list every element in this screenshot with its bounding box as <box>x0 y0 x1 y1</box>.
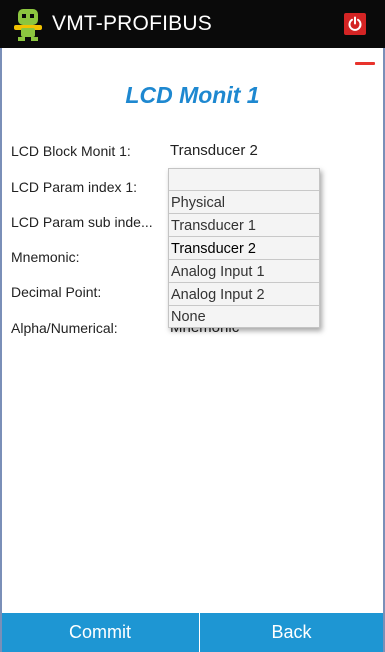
commit-button[interactable]: Commit <box>2 613 198 652</box>
title-bar: VMT-PROFIBUS <box>0 0 385 48</box>
dropdown-option-label: None <box>171 309 206 325</box>
dropdown-option-analog-input-2[interactable]: Analog Input 2 <box>169 283 319 306</box>
power-button[interactable] <box>344 13 366 35</box>
dropdown-option-label: Transducer 2 <box>171 241 256 257</box>
dropdown-option-physical[interactable]: Physical <box>169 191 319 214</box>
dropdown-option-label: Physical <box>171 195 225 211</box>
app-title: VMT-PROFIBUS <box>52 12 212 35</box>
dropdown-option-blank[interactable] <box>169 169 319 191</box>
menu-dash-icon[interactable] <box>355 62 375 65</box>
dropdown-list[interactable]: Physical Transducer 1 Transducer 2 Analo… <box>168 168 320 328</box>
dropdown-option-transducer-2[interactable]: Transducer 2 <box>169 237 319 260</box>
footer-bar: Commit Back <box>2 613 383 652</box>
robot-logo-icon <box>14 9 42 41</box>
dropdown-option-transducer-1[interactable]: Transducer 1 <box>169 214 319 237</box>
dropdown-option-analog-input-1[interactable]: Analog Input 1 <box>169 260 319 283</box>
page-title: LCD Monit 1 <box>125 82 260 108</box>
label-alpha-numerical: Alpha/Numerical: <box>11 320 118 336</box>
power-icon <box>348 16 362 31</box>
label-lcd-param-index: LCD Param index 1: <box>11 179 138 195</box>
value-lcd-block-monit[interactable]: Transducer 2 <box>170 142 258 160</box>
dropdown-option-none[interactable]: None <box>169 306 319 327</box>
label-decimal-point: Decimal Point: <box>11 284 102 300</box>
dropdown-option-label: Transducer 1 <box>171 218 256 234</box>
dropdown-option-label: Analog Input 1 <box>171 264 265 280</box>
label-lcd-block-monit: LCD Block Monit 1: <box>11 143 131 159</box>
label-lcd-param-sub-index: LCD Param sub inde... <box>11 214 153 230</box>
dropdown-option-label: Analog Input 2 <box>171 287 265 303</box>
label-mnemonic: Mnemonic: <box>11 249 80 265</box>
back-button[interactable]: Back <box>200 613 383 652</box>
